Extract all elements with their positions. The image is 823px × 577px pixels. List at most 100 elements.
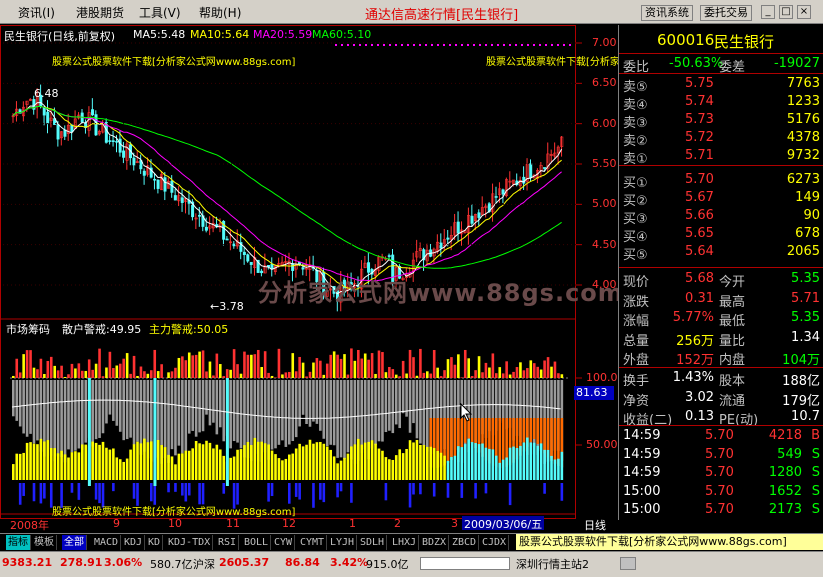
tab-0[interactable]: 指标 <box>6 535 31 550</box>
marker-dot <box>527 44 529 46</box>
indicator-top-bar <box>388 366 391 378</box>
tab-8[interactable]: BOLL <box>242 535 272 550</box>
indicator-yellow-bar <box>426 446 429 480</box>
indicator-top-bar <box>477 356 481 378</box>
close-icon[interactable]: × <box>797 5 811 19</box>
indicator-blue-bar <box>181 483 184 496</box>
indicator-yellow-bar <box>546 449 550 480</box>
indicator-gray-bar <box>105 380 108 424</box>
indicator-yellow-bar <box>205 440 208 480</box>
indicator-yellow-bar <box>118 459 122 480</box>
tab-16[interactable]: CJDX <box>480 535 510 550</box>
menu-info[interactable]: 资讯(I) <box>18 4 55 21</box>
tab-5[interactable]: KD <box>146 535 164 550</box>
tick-side: B <box>811 428 820 443</box>
tab-9[interactable]: CYW <box>272 535 296 550</box>
marker-dot <box>419 44 421 46</box>
indicator-top-bar <box>208 361 212 378</box>
indicator-yellow-bar <box>363 442 367 480</box>
candle-body <box>156 179 160 189</box>
marker-dot <box>533 44 535 46</box>
indicator-gray-bar <box>77 380 81 449</box>
indicator-yellow-bar <box>539 443 543 480</box>
retail-alert-label: 散户警戒:49.95 <box>62 323 142 336</box>
indicator-top-bar <box>374 373 377 378</box>
tab-6[interactable]: KDJ-TDX <box>166 535 214 550</box>
indicator-blue-bar <box>432 483 436 497</box>
indicator-yellow-bar <box>467 438 470 480</box>
tab-3[interactable]: MACD <box>92 535 122 550</box>
indicator-top-bar <box>229 369 232 378</box>
ad-banner[interactable]: 股票公式股票软件下载[分析家公式网www.88gs.com] <box>516 534 823 550</box>
indicator-top-bar <box>357 349 360 378</box>
server-label[interactable]: 深圳行情主站2 <box>516 556 589 572</box>
marker-dot <box>341 44 343 46</box>
tab-15[interactable]: ZBCD <box>450 535 480 550</box>
indicator-top-bar <box>270 375 274 378</box>
level-volume: 149 <box>795 190 820 205</box>
candle-body <box>180 197 184 203</box>
indicator-yellow-bar <box>177 453 181 480</box>
tab-2[interactable]: 全部 <box>62 535 87 550</box>
indicator-gray-bar <box>101 380 105 434</box>
indicator-gray-bar <box>288 380 291 445</box>
indicator-top-bar <box>353 360 357 378</box>
candle-body <box>115 141 119 143</box>
indicator-yellow-bar <box>163 447 167 480</box>
indicator-blue-bar <box>560 483 564 501</box>
indicator-top-bar <box>43 373 46 378</box>
indicator-gray-bar <box>329 380 332 445</box>
indicator-top-bar <box>177 357 181 378</box>
marker-dot <box>473 44 475 46</box>
indicator-top-bar <box>439 376 443 378</box>
indicator-top-bar <box>146 373 150 378</box>
indicator-top-bar <box>557 373 560 378</box>
indicator-gray-bar <box>98 380 101 438</box>
indicator-top-bar <box>529 360 533 378</box>
indicator-blue-bar <box>484 483 488 494</box>
indicator-top-bar <box>125 353 129 378</box>
menu-hk-futures[interactable]: 港股期货 <box>76 4 124 21</box>
indicator-yellow-bar <box>474 443 477 480</box>
candle-body <box>501 189 505 195</box>
tab-7[interactable]: RSI <box>216 535 240 550</box>
indicator-gray-bar <box>118 380 122 432</box>
info-system-button[interactable]: 资讯系统 <box>641 5 693 21</box>
stat-value: 3.02 <box>685 389 714 405</box>
indicator-gray-bar <box>108 380 112 415</box>
indicator-gray-bar <box>215 380 219 435</box>
trade-button[interactable]: 委托交易 <box>700 5 752 21</box>
tab-11[interactable]: LYJH <box>328 535 358 550</box>
indicator-yellow-bar <box>67 457 70 480</box>
tab-1[interactable]: 模板 <box>32 535 57 550</box>
stat-value: 152万 <box>676 353 714 368</box>
level-volume: 9732 <box>786 148 820 163</box>
stat-value: 256万 <box>676 333 714 349</box>
tab-4[interactable]: KDJ <box>122 535 146 550</box>
indicator-yellow-bar <box>212 448 215 480</box>
indicator-yellow-bar <box>484 447 488 480</box>
indicator-blue-bar <box>43 483 46 499</box>
tab-14[interactable]: BDZX <box>420 535 450 550</box>
indicator-yellow-bar <box>515 448 519 480</box>
indicator-top-bar <box>536 366 539 378</box>
indicator-yellow-bar <box>136 441 139 480</box>
menu-tools[interactable]: 工具(V) <box>139 4 181 21</box>
connection-icon[interactable] <box>620 557 636 570</box>
minimize-icon[interactable]: _ <box>761 5 775 19</box>
indicator-yellow-bar <box>125 458 129 480</box>
maximize-icon[interactable]: □ <box>779 5 793 19</box>
chart-area[interactable]: 民生银行(日线,前复权) MA5:5.48 MA10:5.64 MA20:5.5… <box>0 25 729 532</box>
indicator-top-bar <box>201 350 205 378</box>
menu-help[interactable]: 帮助(H) <box>199 4 241 21</box>
order-level-row: 买⑤ 5.64 2065 <box>619 243 823 263</box>
tab-13[interactable]: LHXJ <box>390 535 420 550</box>
order-level-row: 买② 5.67 149 <box>619 189 823 209</box>
tab-10[interactable]: CYMT <box>298 535 328 550</box>
indicator-gray-bar <box>315 380 319 424</box>
level-price: 5.74 <box>685 94 714 109</box>
marker-dot <box>509 44 511 46</box>
indicator-orange-bar <box>532 418 536 440</box>
tab-12[interactable]: SDLH <box>358 535 388 550</box>
candle-body <box>122 150 126 158</box>
